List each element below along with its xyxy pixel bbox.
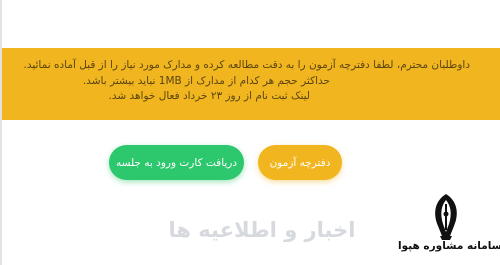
registration-page: داوطلبان محترم، لطفا دفترچه آزمون را به …	[0, 0, 500, 265]
watermark-logo: سامانه مشاوره هپوا	[398, 190, 500, 265]
notice-line-2: حداکثر حجم هر کدام از مدارک از 1MB نباید…	[82, 74, 330, 87]
watermark-text: سامانه مشاوره هپوا	[398, 240, 500, 252]
notice-banner: داوطلبان محترم، لطفا دفترچه آزمون را به …	[2, 48, 500, 120]
exam-booklet-button[interactable]: دفترچه آزمون	[258, 145, 342, 180]
header-strip	[2, 0, 500, 48]
news-section-title: اخبار و اطلاعیه ها	[168, 218, 356, 242]
notice-line-1: داوطلبان محترم، لطفا دفترچه آزمون را به …	[23, 59, 470, 71]
notice-line-3: لینک ثبت نام از روز ۲۳ خرداد فعال خواهد …	[108, 90, 311, 102]
entry-card-button[interactable]: دریافت کارت ورود به جلسه	[109, 145, 244, 180]
quill-pen-logo-icon	[435, 194, 457, 240]
